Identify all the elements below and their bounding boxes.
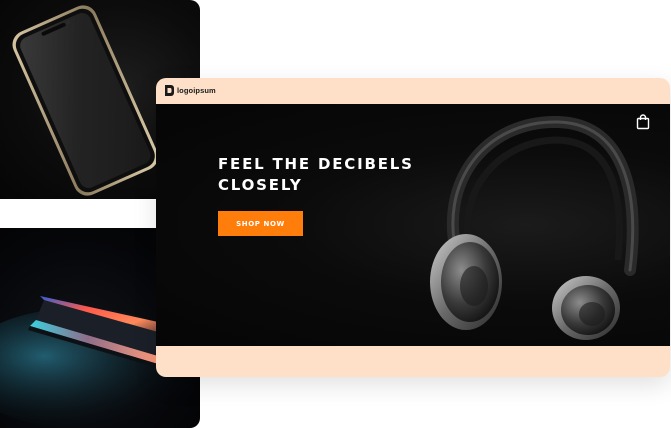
hero-headline-line-2: CLOSELY bbox=[218, 176, 303, 194]
headphones-photo bbox=[430, 115, 639, 340]
hero-headline-line-1: FEEL THE DECIBELS bbox=[218, 155, 414, 173]
website-mockup: logoipsum FEEL THE DECIBELS CLOSELY SHOP… bbox=[156, 78, 670, 377]
logo-mark-icon bbox=[165, 85, 174, 96]
shop-now-button[interactable]: SHOP NOW bbox=[218, 211, 303, 236]
hero-headline: FEEL THE DECIBELS CLOSELY bbox=[218, 154, 438, 196]
brand-logo[interactable]: logoipsum bbox=[165, 85, 216, 96]
showcase-stage: logoipsum FEEL THE DECIBELS CLOSELY SHOP… bbox=[0, 0, 671, 428]
logo-text: logoipsum bbox=[177, 86, 216, 95]
hero-banner: FEEL THE DECIBELS CLOSELY SHOP NOW bbox=[156, 104, 670, 346]
browser-header: logoipsum bbox=[156, 78, 670, 104]
